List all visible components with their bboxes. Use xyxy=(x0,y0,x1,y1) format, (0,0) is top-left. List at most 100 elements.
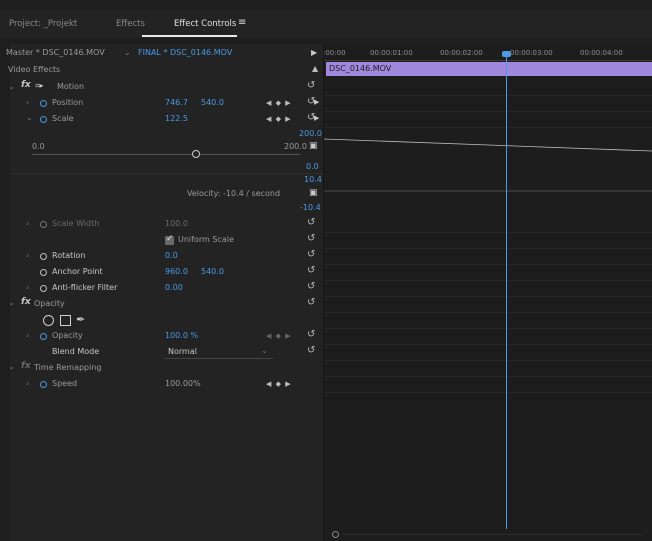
chevron-down-icon[interactable]: ⌄ xyxy=(261,346,268,355)
keyframe-navigator[interactable]: ◀ ◆ ▶ xyxy=(266,332,292,340)
hamburger-icon[interactable]: ≡ xyxy=(238,17,246,28)
ruler-baseline xyxy=(324,60,652,61)
motion-effect-row[interactable]: ⌄ fx ⌗▸ Motion ↺ xyxy=(8,79,323,95)
reset-icon[interactable]: ↺ xyxy=(307,80,315,91)
timeline-row: ▶ xyxy=(314,95,652,112)
chevron-right-icon[interactable]: › xyxy=(26,251,29,260)
timeline-row xyxy=(324,360,652,377)
graph-divider xyxy=(10,173,323,174)
clip-bar[interactable]: DSC_0146.MOV xyxy=(326,62,652,76)
uniform-scale-checkbox[interactable] xyxy=(165,234,174,245)
rectangle-mask-icon[interactable] xyxy=(60,315,71,326)
reset-icon[interactable]: ↺ xyxy=(307,265,315,276)
stopwatch-icon[interactable] xyxy=(40,333,47,340)
keyframe-navigator[interactable]: ◀ ◆ ▶ xyxy=(266,380,292,388)
chevron-right-icon[interactable]: › xyxy=(26,283,29,292)
reset-icon[interactable]: ↺ xyxy=(307,297,315,308)
position-x-value[interactable]: 746.7 xyxy=(165,98,188,107)
opacity-effect-row[interactable]: ⌄ fx Opacity ↺ xyxy=(8,296,323,312)
pen-mask-icon[interactable]: ✒ xyxy=(76,313,85,326)
uniform-scale-row: Uniform Scale ↺ xyxy=(10,232,323,248)
reset-icon[interactable]: ↺ xyxy=(307,249,315,260)
tab-effects[interactable]: Effects xyxy=(116,19,145,29)
stopwatch-icon[interactable] xyxy=(40,285,47,292)
velocity-readout: Velocity: -10.4 / second xyxy=(187,189,281,198)
scale-label: Scale xyxy=(52,114,74,123)
keyframe-navigator[interactable]: ◀ ◆ ▶ xyxy=(266,115,292,123)
keyframe-navigator[interactable]: ◀ ◆ ▶ xyxy=(266,99,292,107)
timeline-row xyxy=(324,248,652,265)
stopwatch-icon[interactable] xyxy=(40,116,47,123)
chevron-down-icon[interactable]: ⌄ xyxy=(26,113,33,122)
stopwatch-icon[interactable] xyxy=(40,100,47,107)
scale-slider-thumb[interactable] xyxy=(192,150,201,158)
timeline-row xyxy=(324,216,652,233)
chevron-down-icon[interactable]: ⌄ xyxy=(124,48,131,57)
scale-value-curve xyxy=(324,138,652,152)
clip-selector-row: Master * DSC_0146.MOV ⌄ FINAL * DSC_0146… xyxy=(6,46,323,62)
opacity-value[interactable]: 100.0 % xyxy=(165,331,198,340)
timeline-row: ▶ xyxy=(314,111,652,128)
clip-label: DSC_0146.MOV xyxy=(329,64,392,73)
scroll-up-icon[interactable]: ▲ xyxy=(312,64,318,73)
anchor-x-value[interactable]: 960.0 xyxy=(165,267,188,276)
speed-value[interactable]: 100.00% xyxy=(165,379,201,388)
fx-icon[interactable]: fx xyxy=(21,297,31,307)
video-effects-header: Video Effects ▲ xyxy=(8,62,323,78)
tab-effect-controls[interactable]: Effect Controls xyxy=(174,19,236,29)
stopwatch-icon[interactable] xyxy=(40,269,47,276)
playhead-line[interactable] xyxy=(506,54,507,529)
chevron-down-icon[interactable]: ⌄ xyxy=(8,82,15,91)
chevron-down-icon[interactable]: ⌄ xyxy=(8,362,15,371)
opacity-row: › Opacity 100.0 % ◀ ◆ ▶ ↺ xyxy=(10,328,323,344)
reset-icon[interactable]: ↺ xyxy=(307,345,315,356)
tab-project[interactable]: Project: _Projekt xyxy=(9,19,77,29)
effect-controls-app: Project: _Projekt Effects Effect Control… xyxy=(0,0,652,541)
play-triangle-icon[interactable]: ▶ xyxy=(311,48,317,57)
blend-mode-select[interactable]: Normal ⌄ xyxy=(165,346,273,359)
position-label: Position xyxy=(52,98,84,107)
rotation-value[interactable]: 0.0 xyxy=(165,251,178,260)
anti-flicker-label: Anti-flicker Filter xyxy=(52,283,118,292)
scale-slider-track[interactable] xyxy=(32,154,300,155)
blend-mode-label: Blend Mode xyxy=(52,347,100,356)
ellipse-mask-icon[interactable] xyxy=(43,315,54,326)
fx-icon[interactable]: fx xyxy=(21,80,31,90)
playhead-handle[interactable] xyxy=(502,51,511,57)
keyframe-timeline: ▶ :00:00 00:00:01:00 00:00:02:00 00:00:0… xyxy=(311,44,652,541)
graph-toggle-icon[interactable]: ▣ xyxy=(309,188,318,198)
motion-label: Motion xyxy=(57,82,85,91)
speed-label: Speed xyxy=(52,379,78,388)
chevron-right-icon[interactable]: › xyxy=(26,331,29,340)
time-remapping-row[interactable]: ⌄ fx Time Remapping xyxy=(8,360,323,376)
position-row: › Position 746.7 540.0 ◀ ◆ ▶ ↺ xyxy=(10,95,323,111)
velocity-min: -10.4 xyxy=(300,203,321,212)
timeline-row xyxy=(324,312,652,329)
anti-flicker-value[interactable]: 0.00 xyxy=(165,283,183,292)
ruler-tick: 00:00:02:00 xyxy=(440,49,483,57)
active-clip-label[interactable]: FINAL * DSC_0146.MOV xyxy=(138,48,232,57)
chevron-right-icon[interactable]: › xyxy=(26,379,29,388)
reset-icon[interactable]: ↺ xyxy=(307,281,315,292)
ruler-tick: 00:00:04:00 xyxy=(580,49,623,57)
play-triangle-icon[interactable]: ▶ xyxy=(314,98,319,106)
master-clip-label[interactable]: Master * DSC_0146.MOV xyxy=(6,48,105,57)
reset-icon[interactable]: ↺ xyxy=(307,233,315,244)
scale-value-graph[interactable] xyxy=(324,127,652,217)
anchor-y-value[interactable]: 540.0 xyxy=(201,267,224,276)
graph-toggle-icon[interactable]: ▣ xyxy=(309,141,318,151)
chevron-down-icon[interactable]: ⌄ xyxy=(8,298,15,307)
zoom-scrollbar-handle[interactable] xyxy=(332,531,339,538)
chevron-right-icon[interactable]: › xyxy=(26,98,29,107)
play-triangle-icon[interactable]: ▶ xyxy=(314,114,319,122)
reset-icon[interactable]: ↺ xyxy=(307,329,315,340)
scale-graph-max: 200.0 xyxy=(299,129,322,138)
stopwatch-icon[interactable] xyxy=(40,381,47,388)
stopwatch-icon[interactable] xyxy=(40,253,47,260)
transform-box-icon[interactable]: ⌗▸ xyxy=(35,81,44,91)
reset-icon[interactable]: ↺ xyxy=(307,217,315,228)
anti-flicker-row: › Anti-flicker Filter 0.00 ↺ xyxy=(10,280,323,296)
scale-value[interactable]: 122.5 xyxy=(165,114,188,123)
zoom-scrollbar-track[interactable] xyxy=(342,534,642,535)
position-y-value[interactable]: 540.0 xyxy=(201,98,224,107)
